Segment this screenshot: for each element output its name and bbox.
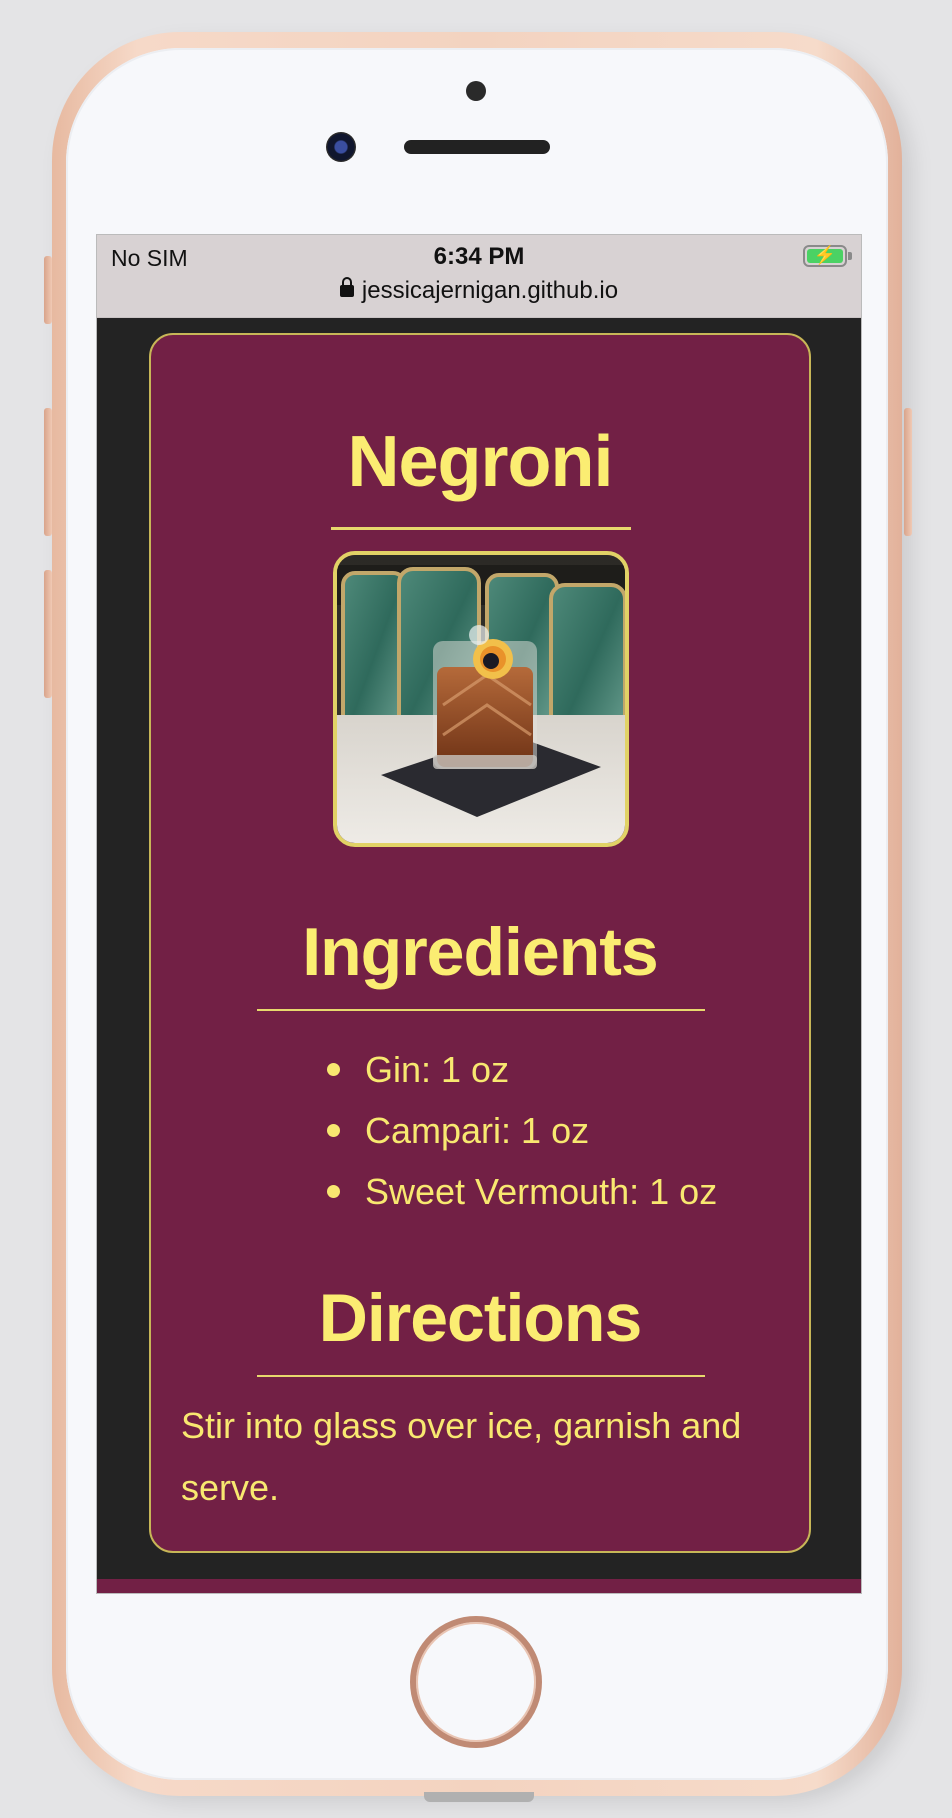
recipe-title: Negroni [347,422,613,502]
address-bar[interactable]: jessicajernigan.github.io [97,276,861,305]
ingredient-item: Gin: 1 oz [323,1039,717,1100]
drink-photo [333,551,629,847]
browser-status-bar: No SIM 6:34 PM ⚡ jessicajernigan.github.… [97,235,861,318]
ingredient-item: Campari: 1 oz [323,1100,717,1161]
phone-screen: No SIM 6:34 PM ⚡ jessicajernigan.github.… [96,234,862,1594]
battery-icon: ⚡ [803,245,852,267]
lock-icon [339,276,354,297]
directions-heading: Directions [318,1280,643,1356]
title-divider [331,527,631,530]
ingredients-list: Gin: 1 oz Campari: 1 oz Sweet Vermouth: … [323,1039,717,1222]
power-button [904,408,912,536]
clock: 6:34 PM [433,243,525,270]
recipe-card: Negroni Ingredients Gin: 1 oz Campari: 1… [149,333,811,1553]
ingredients-divider [257,1009,705,1011]
volume-down-button [44,570,52,698]
ingredients-heading: Ingredients [302,914,659,990]
front-camera [326,132,356,162]
next-card-edge [97,1579,861,1593]
directions-divider [257,1375,705,1377]
ingredient-item: Sweet Vermouth: 1 oz [323,1161,717,1222]
directions-text: Stir into glass over ice, garnish and se… [181,1405,742,1508]
home-button[interactable] [410,1616,542,1748]
charging-bolt-icon: ⚡ [813,245,837,265]
volume-up-button [44,408,52,536]
lightning-port [424,1792,534,1802]
proximity-sensor [466,81,486,101]
mute-switch [44,256,52,324]
url-text: jessicajernigan.github.io [361,277,619,304]
earpiece-speaker [404,140,550,154]
